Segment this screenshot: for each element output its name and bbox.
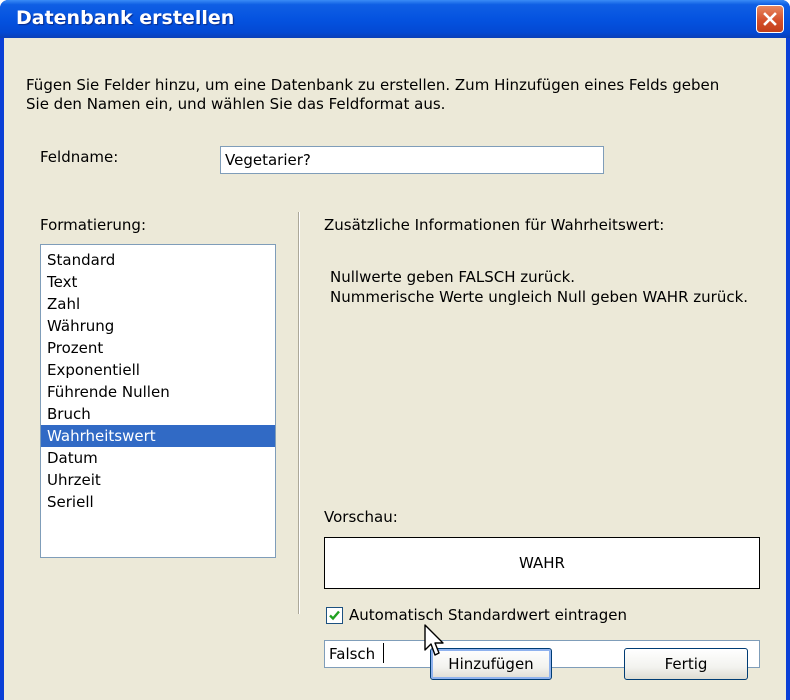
add-button[interactable]: Hinzufügen xyxy=(430,648,552,680)
dialog-window: Datenbank erstellen Fügen Sie Felder hin… xyxy=(0,0,790,700)
checkmark-icon xyxy=(329,610,340,621)
format-list-item[interactable]: Exponentiell xyxy=(41,359,275,381)
fieldname-label: Feldname: xyxy=(40,148,119,166)
format-list-item[interactable]: Währung xyxy=(41,315,275,337)
dialog-client-area: Fügen Sie Felder hinzu, um eine Datenban… xyxy=(4,38,786,700)
format-list-item[interactable]: Datum xyxy=(41,447,275,469)
format-list-item[interactable]: Führende Nullen xyxy=(41,381,275,403)
format-list-item[interactable]: Text xyxy=(41,271,275,293)
preview-box: WAHR xyxy=(324,537,760,589)
preview-value: WAHR xyxy=(519,554,565,572)
info-line-2: Nummerische Werte ungleich Null geben WA… xyxy=(330,288,749,306)
fieldname-input[interactable] xyxy=(220,146,604,174)
format-list-item[interactable]: Bruch xyxy=(41,403,275,425)
auto-default-label[interactable]: Automatisch Standardwert eintragen xyxy=(349,606,627,624)
window-title: Datenbank erstellen xyxy=(16,7,235,29)
intro-text: Fügen Sie Felder hinzu, um eine Datenban… xyxy=(26,76,720,113)
format-listbox[interactable]: Standard Text Zahl Währung Prozent Exponentie… xyxy=(40,244,276,558)
format-list-item[interactable]: Zahl xyxy=(41,293,275,315)
format-list-item[interactable]: Seriell xyxy=(41,491,275,513)
info-text: Nullwerte geben FALSCH zurück. Nummerisc… xyxy=(330,267,750,307)
format-list-item[interactable]: Uhrzeit xyxy=(41,469,275,491)
format-list-item[interactable]: Wahrheitswert xyxy=(41,425,275,447)
mouse-cursor-icon xyxy=(424,624,444,656)
format-list-item[interactable]: Prozent xyxy=(41,337,275,359)
info-line-1: Nullwerte geben FALSCH zurück. xyxy=(330,268,576,286)
preview-label: Vorschau: xyxy=(324,508,398,526)
text-caret xyxy=(383,643,384,663)
close-button[interactable] xyxy=(756,5,784,33)
format-list-item[interactable]: Standard xyxy=(41,249,275,271)
done-button[interactable]: Fertig xyxy=(624,648,748,680)
close-icon xyxy=(763,12,777,26)
vertical-separator xyxy=(298,212,299,614)
auto-default-checkbox[interactable] xyxy=(326,607,343,624)
formatting-label: Formatierung: xyxy=(40,216,147,234)
info-heading: Zusätzliche Informationen für Wahrheitsw… xyxy=(324,216,665,234)
title-bar[interactable]: Datenbank erstellen xyxy=(0,0,790,38)
